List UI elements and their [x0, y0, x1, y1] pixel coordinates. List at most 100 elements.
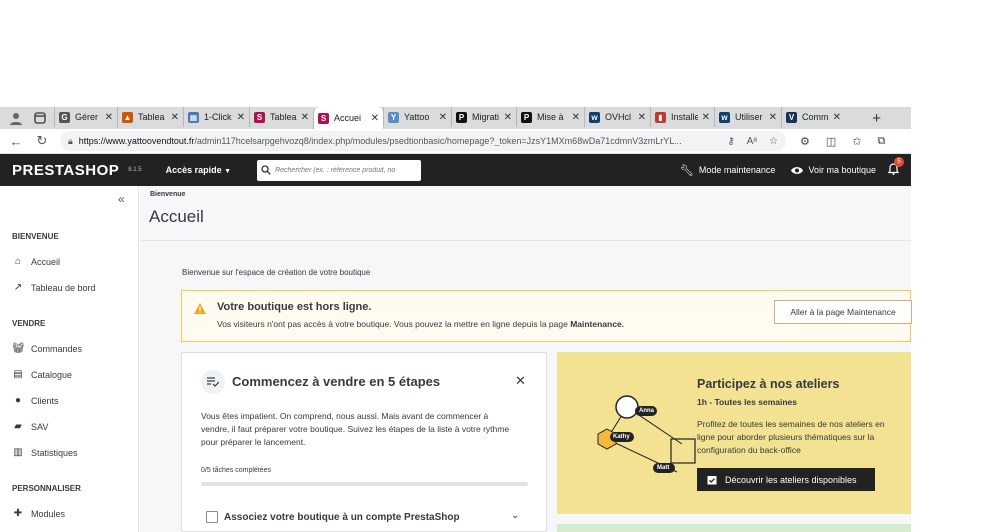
workshops-illustration: [597, 395, 696, 473]
search-icon: [261, 165, 271, 175]
admin-search[interactable]: [257, 159, 422, 181]
tab-title: Tablea: [138, 112, 165, 122]
browser-tab[interactable]: P Mise à ✕: [516, 107, 584, 127]
page-title: Accueil: [149, 207, 204, 226]
first-step-label[interactable]: Associez votre boutique à un compte Pres…: [224, 512, 460, 523]
trending-icon: ↗: [13, 282, 23, 293]
sidebar-item-clients[interactable]: ● Clients: [12, 395, 59, 406]
sidebar-item-label: Tableau de bord: [31, 282, 96, 293]
alert-text-block: Vos visiteurs n'ont pas accès à votre bo…: [217, 319, 624, 329]
alert-title: Votre boutique est hors ligne.: [217, 301, 372, 313]
browser-tab[interactable]: S Tablea ✕: [249, 107, 313, 127]
tab-close-icon[interactable]: ✕: [769, 112, 777, 123]
tab-title: Comm: [802, 112, 829, 122]
alert-text: Vos visiteurs n'ont pas accès à votre bo…: [217, 319, 571, 329]
url-path: /admin117hcelsarpgehvozq8/index.php/modu…: [194, 136, 682, 146]
admin-search-input[interactable]: [275, 166, 416, 174]
browser-tab[interactable]: ▮ Installe ✕: [650, 107, 714, 127]
browser-tab[interactable]: ▲ Tablea ✕: [117, 107, 183, 127]
progress-text: 0/5 tâches complétées: [201, 467, 272, 474]
sidebar-section-heading: VENDRE: [12, 319, 46, 328]
tab-close-icon[interactable]: ✕: [301, 112, 309, 123]
notifications-bell[interactable]: 5: [887, 156, 904, 178]
sidebar-item-modules[interactable]: ✚ Modules: [12, 508, 65, 519]
reload-icon[interactable]: ↻: [32, 133, 52, 149]
sidebar-item-commandes[interactable]: 🧺︎ Commandes: [12, 343, 82, 354]
key-icon[interactable]: ⚷: [727, 136, 734, 147]
tab-favicon-icon: Y: [388, 111, 399, 123]
maintenance-page-button[interactable]: Aller à la page Maintenance: [774, 300, 912, 324]
breadcrumb[interactable]: Bienvenue: [150, 191, 185, 198]
back-icon[interactable]: ←: [6, 134, 26, 149]
sidebar-item-accueil[interactable]: ⌂ Accueil: [12, 256, 60, 267]
maintenance-link[interactable]: Maintenance.: [570, 319, 624, 329]
step-checkbox[interactable]: [206, 511, 218, 523]
tab-close-icon[interactable]: ✕: [572, 112, 580, 123]
caret-down-icon: ▼: [224, 168, 232, 175]
collections-icon[interactable]: ⧉: [878, 135, 886, 148]
read-aloud-icon[interactable]: Aᵃ: [747, 136, 757, 147]
browser-tab[interactable]: P Migrati ✕: [451, 107, 516, 127]
tab-close-icon[interactable]: ✕: [638, 112, 646, 123]
favorite-star-icon[interactable]: ☆: [769, 136, 778, 147]
tab-favicon-icon: w: [589, 111, 600, 123]
partial-card: [557, 524, 911, 532]
tab-title: 1-Click: [204, 112, 232, 122]
tab-strip: G Gérer l ✕ ▲ Tablea ✕ ▦ 1-Click ✕ S Tablea ✕ S Accue…: [54, 107, 864, 129]
tab-close-icon[interactable]: ✕: [439, 112, 447, 123]
close-icon[interactable]: ✕: [515, 373, 526, 389]
workshops-text: Profitez de toutes les semaines de nos a…: [697, 419, 885, 455]
url-field[interactable]: 🔒︎ https://www.yattoovendtout.fr/admin11…: [60, 131, 786, 151]
tab-title: Tablea: [270, 112, 297, 122]
browser-tab[interactable]: w OVHcl ✕: [584, 107, 650, 127]
chat-icon: ▰: [14, 421, 22, 432]
tab-close-icon[interactable]: ✕: [105, 112, 113, 123]
collapse-sidebar-icon[interactable]: «: [118, 192, 125, 206]
attendee-name: Matt: [657, 465, 670, 471]
attendee-name: Anna: [639, 408, 654, 414]
tab-title: Installe: [671, 112, 698, 122]
puzzle-icon: ✚: [13, 508, 23, 519]
tab-close-icon[interactable]: ✕: [702, 112, 710, 123]
browser-tab[interactable]: V Comm ✕: [781, 107, 845, 127]
sidebar-item-statistiques[interactable]: ▥ Statistiques: [12, 447, 77, 458]
tab-close-icon[interactable]: ✕: [171, 112, 179, 123]
profile-icon[interactable]: [8, 110, 24, 126]
tab-close-icon[interactable]: ✕: [371, 113, 379, 124]
maintenance-mode-link[interactable]: 🔧︎ Mode maintenance: [680, 164, 776, 177]
sidebar-item-label: Accueil: [31, 256, 61, 267]
browser-tab[interactable]: S Accuei ✕: [313, 107, 383, 129]
view-shop-link[interactable]: Voir ma boutique: [791, 165, 876, 175]
quick-access-dropdown[interactable]: Accès rapide ▼: [166, 165, 231, 175]
tab-title: Migrati: [472, 112, 500, 122]
discover-workshops-button[interactable]: Découvrir les ateliers disponibles: [697, 468, 875, 491]
browser-tab-bar: G Gérer l ✕ ▲ Tablea ✕ ▦ 1-Click ✕ S Tablea ✕ S Accue…: [0, 107, 911, 129]
notification-count-badge: 5: [894, 156, 904, 167]
offline-alert: Votre boutique est hors ligne. Vos visit…: [181, 290, 912, 342]
browser-tab[interactable]: G Gérer l ✕: [54, 107, 117, 127]
lock-icon: 🔒︎: [68, 135, 73, 146]
tab-favicon-icon: P: [456, 111, 467, 123]
tab-close-icon[interactable]: ✕: [504, 112, 512, 123]
sidebar-item-sav[interactable]: ▰ SAV: [12, 421, 48, 432]
sidebar-item-label: Clients: [31, 395, 59, 406]
sidebar-item-tableau-de-bord[interactable]: ↗ Tableau de bord: [12, 282, 96, 293]
new-tab-icon[interactable]: +: [872, 110, 881, 127]
prestashop-logo[interactable]: PRESTASHOP: [12, 162, 119, 179]
browser-tab[interactable]: ▦ 1-Click ✕: [183, 107, 249, 127]
tab-close-icon[interactable]: ✕: [833, 112, 841, 123]
chevron-down-icon[interactable]: ⌄: [511, 510, 519, 521]
tab-close-icon[interactable]: ✕: [237, 112, 245, 123]
maintenance-label: Mode maintenance: [698, 165, 776, 175]
account-icon: ●: [14, 395, 22, 406]
tab-favicon-icon: ▮: [655, 111, 666, 123]
onboarding-steps-card: Commencez à vendre en 5 étapes ✕ Vous êt…: [181, 352, 547, 532]
tab-title: Accuei: [334, 113, 362, 123]
browser-tab[interactable]: w Utiliser ✕: [714, 107, 781, 127]
extensions-icon[interactable]: ⚙: [800, 135, 810, 148]
browser-tab[interactable]: Y Yattoo ✕: [383, 107, 451, 127]
split-screen-icon[interactable]: ◫: [826, 135, 836, 148]
tab-actions-icon[interactable]: [32, 110, 48, 126]
sidebar-item-catalogue[interactable]: ▤ Catalogue: [12, 369, 72, 380]
favorites-icon[interactable]: ✩: [852, 135, 861, 148]
